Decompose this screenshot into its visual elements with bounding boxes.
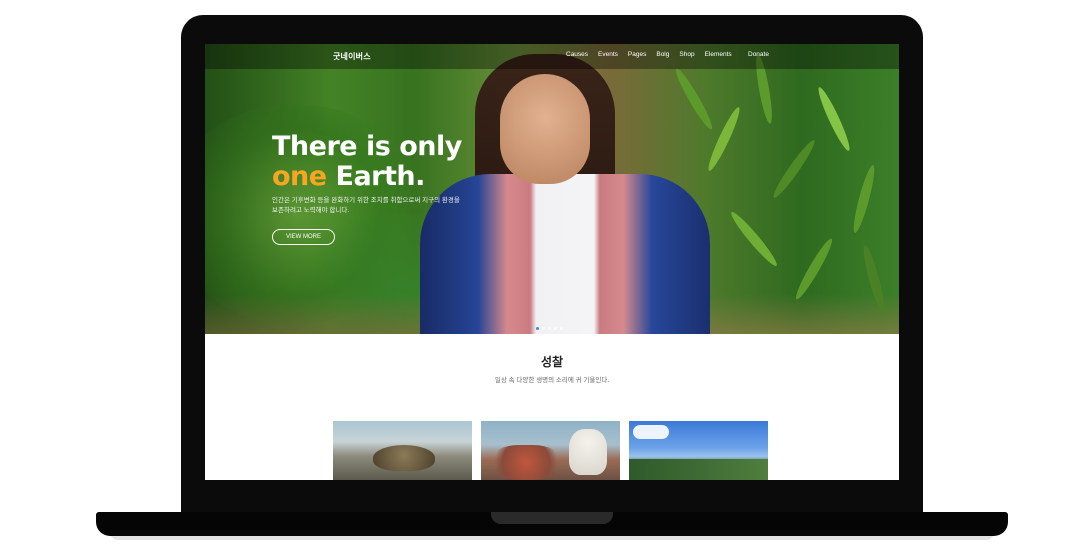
nav-item-events[interactable]: Events	[598, 51, 618, 58]
slider-dot[interactable]	[554, 327, 557, 330]
fishing-net-image	[491, 445, 561, 480]
headline-line2-rest: Earth.	[326, 161, 425, 192]
headline-line2: one Earth.	[272, 162, 462, 192]
cloud-image	[633, 425, 669, 439]
laptop-screen: 굿네이버스 Causes Events Pages Bolg Shop Elem…	[205, 44, 899, 480]
turtle-image	[373, 445, 435, 471]
subtext-line1: 인간은 기후변화 등을 완화하기 위한 조치를 취함으로써 지구의 환경을	[272, 197, 460, 204]
slider-dot[interactable]	[542, 327, 545, 330]
nav-item-blog[interactable]: Bolg	[656, 51, 669, 58]
view-more-button[interactable]: VIEW MORE	[272, 229, 335, 245]
top-navigation: 굿네이버스 Causes Events Pages Bolg Shop Elem…	[205, 44, 899, 69]
site-logo[interactable]: 굿네이버스	[333, 51, 371, 62]
gallery-card-turtle[interactable]	[333, 421, 472, 480]
nav-item-causes[interactable]: Causes	[566, 51, 588, 58]
gallery-card-gannet[interactable]	[481, 421, 620, 480]
nav-item-elements[interactable]: Elements	[705, 51, 732, 58]
hero-banner: 굿네이버스 Causes Events Pages Bolg Shop Elem…	[205, 44, 899, 334]
gannet-bird-image	[569, 429, 607, 475]
nav-item-pages[interactable]: Pages	[628, 51, 646, 58]
donate-link[interactable]: Donate	[748, 51, 769, 58]
slider-dot[interactable]	[536, 327, 539, 330]
slider-dot[interactable]	[560, 327, 563, 330]
slider-dot[interactable]	[548, 327, 551, 330]
gallery-card-landscape[interactable]	[629, 421, 768, 480]
trees-image	[629, 459, 768, 480]
subtext-line2: 보존하려고 노력해야 합니다.	[272, 207, 350, 214]
hero-headline: There is only one Earth.	[272, 132, 462, 192]
nav-item-shop[interactable]: Shop	[679, 51, 694, 58]
hero-subtext: 인간은 기후변화 등을 완화하기 위한 조치를 취함으로써 지구의 환경을 보존…	[272, 196, 472, 216]
headline-accent: one	[272, 161, 327, 192]
headline-line1: There is only	[272, 131, 462, 162]
laptop-hinge	[491, 512, 613, 524]
slider-dots	[536, 327, 563, 330]
section-title: 성찰	[540, 355, 564, 369]
nav-menu: Causes Events Pages Bolg Shop Elements	[566, 51, 742, 58]
section-subtitle: 일상 속 다양한 생명의 소리에 귀 기울인다.	[494, 377, 610, 384]
